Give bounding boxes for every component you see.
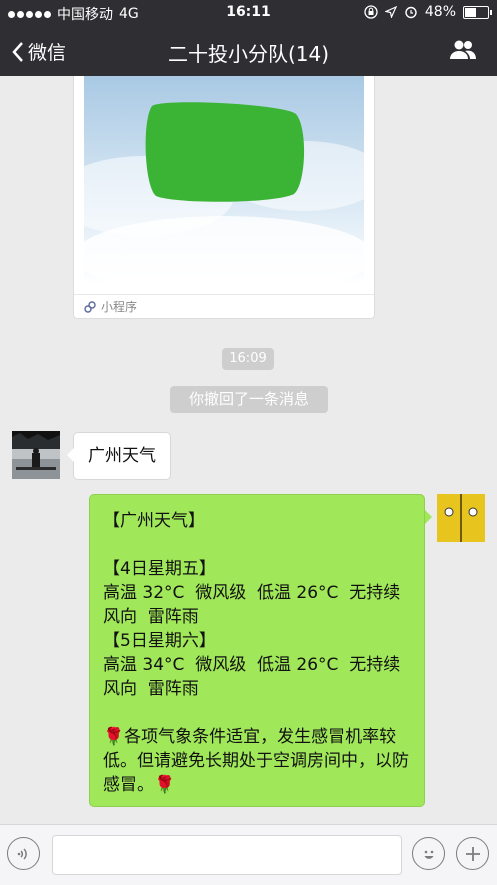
people-icon xyxy=(450,40,476,59)
mini-program-card[interactable]: 小程序 xyxy=(73,76,375,319)
chat-header: 微信 二十投小分队(14) xyxy=(0,26,497,76)
my-avatar-image xyxy=(437,494,485,542)
incoming-message[interactable]: 广州天气 xyxy=(67,432,171,480)
emoji-button[interactable] xyxy=(412,837,445,870)
plus-icon xyxy=(465,846,480,861)
time-divider: 16:09 xyxy=(222,348,274,370)
location-icon xyxy=(384,6,397,18)
mini-program-image xyxy=(84,76,364,284)
alarm-icon xyxy=(405,6,417,19)
message-list[interactable]: 小程序 16:09 你撤回了一条消息 广州天气 【广州天气】 【4日星期五】 高… xyxy=(0,76,497,824)
voice-button[interactable] xyxy=(7,837,40,870)
battery-percent: 48% xyxy=(424,4,456,20)
avatar[interactable] xyxy=(12,431,60,479)
status-bar: 中国移动 4G 16:11 48% xyxy=(0,0,497,26)
outgoing-message[interactable]: 【广州天气】 【4日星期五】 高温 32°C 微风级 低温 26°C 无持续风向… xyxy=(89,494,432,807)
more-button[interactable] xyxy=(456,837,489,870)
recall-notice: 你撤回了一条消息 xyxy=(170,386,328,413)
mini-program-label: 小程序 xyxy=(101,300,138,314)
mini-program-icon xyxy=(84,300,96,313)
smiley-icon xyxy=(424,850,433,859)
voice-icon xyxy=(17,847,27,860)
status-icons: 48% xyxy=(364,4,492,20)
sky-image xyxy=(84,76,364,284)
avatar-image xyxy=(12,431,60,479)
chat-title: 二十投小分队(14) xyxy=(167,42,330,66)
message-input[interactable] xyxy=(52,835,402,875)
incoming-message-text: 广州天气 xyxy=(88,446,156,466)
mini-program-footer: 小程序 xyxy=(74,294,374,318)
input-bar xyxy=(0,824,497,885)
rotation-lock-icon xyxy=(364,5,378,19)
battery-icon xyxy=(463,5,492,19)
my-avatar[interactable] xyxy=(437,494,485,542)
group-info-button[interactable] xyxy=(449,39,477,65)
redacted-region xyxy=(145,102,305,202)
